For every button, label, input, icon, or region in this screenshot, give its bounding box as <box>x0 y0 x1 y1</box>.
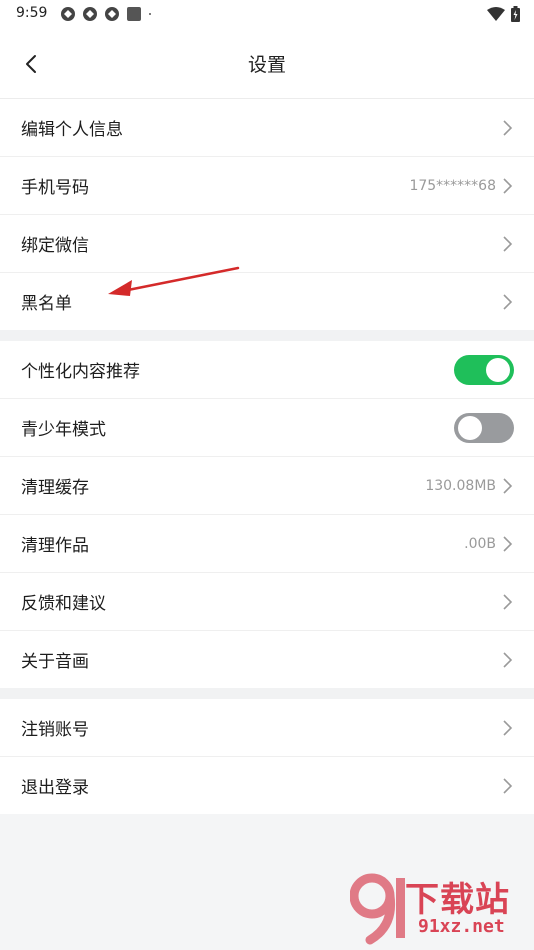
setting-label: 清理作品 <box>21 536 89 556</box>
status-time: 9:59 <box>16 5 48 21</box>
setting-label: 退出登录 <box>21 778 89 798</box>
setting-delete-account[interactable]: 注销账号 <box>0 699 534 757</box>
notification-icons <box>60 6 156 22</box>
app-notification-icon <box>61 7 75 21</box>
chevron-right-icon <box>503 177 513 194</box>
chevron-right-icon <box>503 651 513 668</box>
teen-mode-toggle[interactable] <box>454 412 514 443</box>
status-bar: 9:59 <box>0 0 534 28</box>
header-bar: 设置 <box>0 28 534 99</box>
setting-label: 绑定微信 <box>21 236 89 256</box>
chevron-right-icon <box>503 119 513 136</box>
setting-edit-profile[interactable]: 编辑个人信息 <box>0 99 534 157</box>
setting-label: 反馈和建议 <box>21 594 106 614</box>
setting-logout[interactable]: 退出登录 <box>0 757 534 814</box>
app-notification-icon <box>83 7 97 21</box>
setting-label: 手机号码 <box>21 178 89 198</box>
settings-group-account: 编辑个人信息 手机号码 175******68 绑定微信 黑名单 <box>0 99 534 330</box>
toggle-knob <box>458 415 482 440</box>
chevron-right-icon <box>503 477 513 494</box>
section-divider <box>0 688 534 699</box>
dot-icon <box>149 13 151 15</box>
chevron-right-icon <box>503 593 513 610</box>
wifi-icon <box>487 7 505 21</box>
cache-size-value: 130.08MB <box>425 477 496 494</box>
setting-phone-number[interactable]: 手机号码 175******68 <box>0 157 534 215</box>
chevron-right-icon <box>503 777 513 794</box>
setting-label: 黑名单 <box>21 294 72 314</box>
settings-group-session: 注销账号 退出登录 <box>0 699 534 814</box>
setting-teen-mode: 青少年模式 <box>0 399 534 457</box>
watermark-brand: 下载站 <box>405 880 510 920</box>
setting-clear-cache[interactable]: 清理缓存 130.08MB <box>0 457 534 515</box>
chevron-right-icon <box>503 293 513 310</box>
app-notification-icon <box>105 7 119 21</box>
setting-bind-wechat[interactable]: 绑定微信 <box>0 215 534 273</box>
battery-icon <box>511 6 520 22</box>
setting-label: 青少年模式 <box>21 420 106 440</box>
setting-feedback[interactable]: 反馈和建议 <box>0 573 534 631</box>
setting-about[interactable]: 关于音画 <box>0 631 534 688</box>
setting-label: 关于音画 <box>21 652 89 672</box>
setting-blacklist[interactable]: 黑名单 <box>0 273 534 330</box>
settings-group-general: 个性化内容推荐 青少年模式 清理缓存 130.08MB 清理作品 .00B 反馈… <box>0 341 534 688</box>
phone-number-value: 175******68 <box>409 177 496 194</box>
setting-label: 注销账号 <box>21 720 89 740</box>
chevron-right-icon <box>503 535 513 552</box>
setting-label: 编辑个人信息 <box>21 120 123 140</box>
section-divider <box>0 330 534 341</box>
chevron-right-icon <box>503 719 513 736</box>
square-notification-icon <box>127 7 141 21</box>
setting-clear-works[interactable]: 清理作品 .00B <box>0 515 534 573</box>
personalized-recommendation-toggle[interactable] <box>454 354 514 385</box>
setting-label: 个性化内容推荐 <box>21 362 140 382</box>
works-size-value: .00B <box>464 535 496 552</box>
watermark-logo: 下载站 91xz.net <box>350 866 530 946</box>
page-title: 设置 <box>247 54 286 76</box>
watermark-url: 91xz.net <box>418 916 505 937</box>
chevron-right-icon <box>503 235 513 252</box>
setting-personalized-recommendation: 个性化内容推荐 <box>0 341 534 399</box>
system-status-icons <box>487 6 520 22</box>
toggle-knob <box>486 357 510 382</box>
setting-label: 清理缓存 <box>21 478 89 498</box>
